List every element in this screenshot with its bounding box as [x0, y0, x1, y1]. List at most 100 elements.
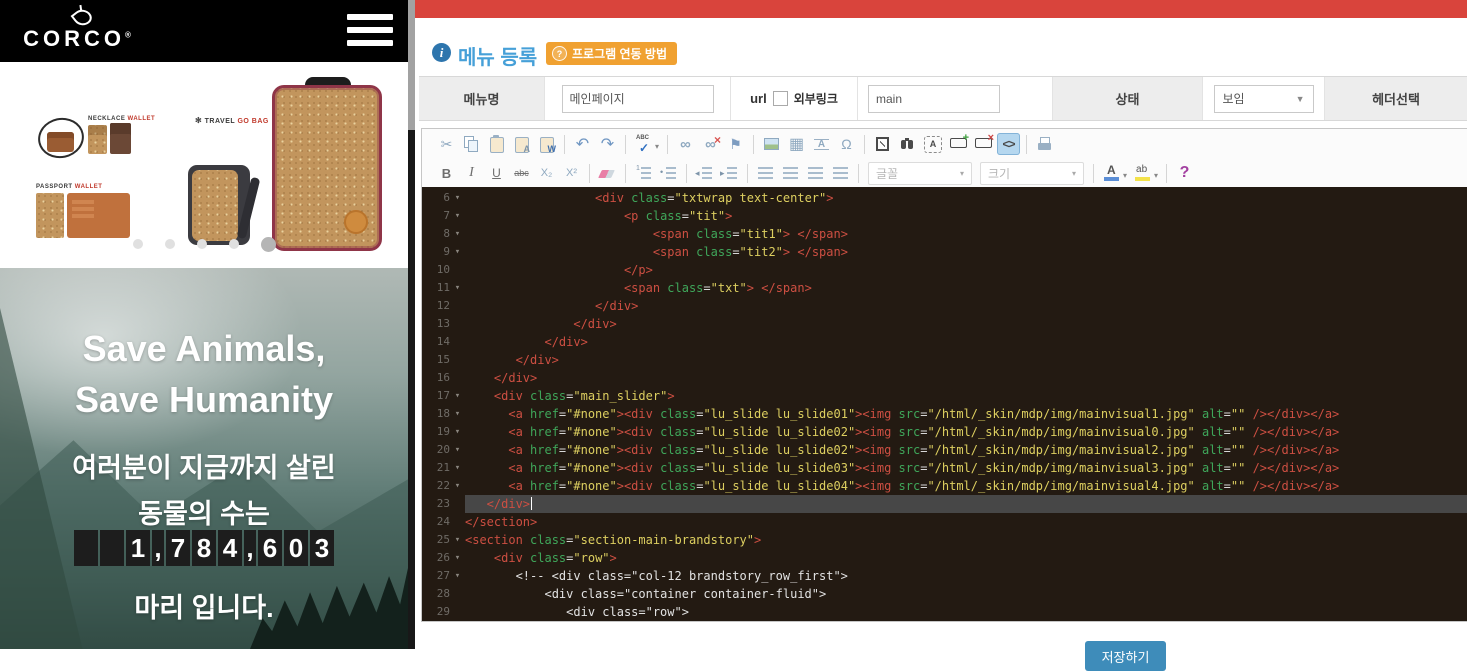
toolbar-separator — [589, 164, 590, 183]
print-icon[interactable] — [1033, 133, 1056, 155]
dropdown-caret-icon[interactable] — [1154, 171, 1158, 180]
sub-icon[interactable] — [535, 162, 558, 184]
fold-toggle-icon[interactable] — [450, 477, 465, 495]
fold-toggle-icon[interactable] — [450, 243, 465, 261]
carousel-dot-1[interactable] — [133, 239, 143, 249]
dropdown-caret-icon[interactable] — [655, 142, 659, 151]
image-icon[interactable] — [760, 133, 783, 155]
source-code-area[interactable]: 6<div class="txtwrap text-center">7<p cl… — [422, 187, 1467, 621]
carousel-dot-5[interactable] — [261, 237, 276, 252]
hline-icon[interactable] — [810, 133, 833, 155]
underline-icon[interactable] — [485, 162, 508, 184]
vertical-scrollbar[interactable] — [408, 0, 415, 649]
paste-text-icon[interactable] — [510, 133, 533, 155]
code-text: <!-- <div class="col-12 brandstory_row_f… — [465, 567, 1467, 585]
help-icon[interactable] — [1173, 162, 1196, 184]
bubble-remove-icon[interactable] — [972, 133, 995, 155]
url-input[interactable] — [868, 85, 1000, 113]
scrollbar-thumb[interactable] — [408, 0, 415, 130]
paste-icon[interactable] — [485, 133, 508, 155]
italic-icon[interactable] — [460, 162, 483, 184]
align-justify-icon[interactable] — [829, 162, 852, 184]
cut-icon[interactable] — [435, 133, 458, 155]
counter-digit-cell: 1 — [126, 530, 150, 566]
line-number: 24 — [422, 513, 450, 531]
link-icon[interactable] — [674, 133, 697, 155]
fold-toggle-icon[interactable] — [450, 459, 465, 477]
eraser-icon[interactable] — [596, 162, 619, 184]
ol-icon[interactable] — [632, 162, 655, 184]
omega-icon[interactable] — [835, 133, 858, 155]
outdent-icon[interactable] — [693, 162, 716, 184]
align-center-icon[interactable] — [779, 162, 802, 184]
save-button[interactable]: 저장하기 — [1085, 641, 1166, 671]
code-line-11: 11<span class="txt"> </span> — [422, 279, 1467, 297]
fold-toggle-icon[interactable] — [450, 441, 465, 459]
corco-logo[interactable]: CORCO® — [22, 6, 132, 58]
fold-toggle-icon[interactable] — [450, 189, 465, 207]
travel-go-bag-label: ✻ TRAVEL GO BAG — [195, 116, 269, 125]
code-text: <div class="row"> — [465, 549, 1467, 567]
url-value-cell — [858, 77, 1053, 120]
paste-word-icon[interactable] — [535, 133, 558, 155]
fold-toggle-icon[interactable] — [450, 207, 465, 225]
copy-icon[interactable] — [460, 133, 483, 155]
hamburger-menu-icon[interactable] — [347, 14, 393, 46]
fold-toggle-icon[interactable] — [450, 387, 465, 405]
undo-icon[interactable] — [571, 133, 594, 155]
bold-icon[interactable] — [435, 162, 458, 184]
line-number: 21 — [422, 459, 450, 477]
maximize-icon[interactable] — [871, 133, 894, 155]
product-slider[interactable]: NECKLACE WALLET PASSPORT WALLET ✻ TRAVEL… — [0, 62, 408, 268]
hero-subtitle2: 동물의 수는 — [0, 492, 408, 531]
code-text: <a href="#none"><div class="lu_slide lu_… — [465, 441, 1467, 459]
fold-toggle-icon[interactable] — [450, 423, 465, 441]
flag-icon[interactable] — [724, 133, 747, 155]
redo-icon[interactable] — [596, 133, 619, 155]
toolbar-separator — [625, 164, 626, 183]
counter-blank-cell — [74, 530, 98, 566]
menu-name-input[interactable] — [562, 85, 714, 113]
unlink-icon[interactable] — [699, 133, 722, 155]
fold-toggle-icon[interactable] — [450, 531, 465, 549]
bubble-add-icon[interactable] — [947, 133, 970, 155]
size-select[interactable]: 크기 — [980, 162, 1084, 185]
site-preview-pane: CORCO® NECKLACE WALLET PASSPORT WALLET ✻… — [0, 0, 408, 649]
carousel-dot-4[interactable] — [229, 239, 239, 249]
code-line-7: 7<p class="tit"> — [422, 207, 1467, 225]
source-icon[interactable] — [997, 133, 1020, 155]
strike-icon[interactable] — [510, 162, 533, 184]
editor-toolbar-row2: 글꼴 크기 — [422, 159, 1467, 187]
status-select-cell: 보임 — [1203, 77, 1325, 120]
counter-blank-cell — [100, 530, 124, 566]
fold-toggle-icon[interactable] — [450, 279, 465, 297]
card-wallet-dark-image — [110, 123, 131, 154]
carousel-dot-3[interactable] — [197, 239, 207, 249]
align-left-icon[interactable] — [754, 162, 777, 184]
external-link-checkbox[interactable] — [773, 91, 788, 106]
dropdown-caret-icon[interactable] — [1123, 171, 1127, 180]
find-icon[interactable] — [896, 133, 919, 155]
fold-toggle-icon[interactable] — [450, 567, 465, 585]
passport-wallet-cover-image — [36, 193, 64, 238]
select-all-icon[interactable] — [924, 136, 942, 153]
fold-toggle-icon[interactable] — [450, 405, 465, 423]
sup-icon[interactable] — [560, 162, 583, 184]
fold-toggle-icon[interactable] — [450, 225, 465, 243]
bg-color-icon[interactable] — [1131, 162, 1154, 184]
font-select[interactable]: 글꼴 — [868, 162, 972, 185]
ul-icon[interactable] — [657, 162, 680, 184]
toolbar-separator — [686, 164, 687, 183]
fold-toggle-icon[interactable] — [450, 549, 465, 567]
animal-counter: 1,784,603 — [0, 530, 408, 566]
program-link-help-button[interactable]: ? 프로그램 연동 방법 — [546, 42, 677, 65]
counter-digit-cell: , — [244, 530, 256, 566]
text-color-icon[interactable] — [1100, 162, 1123, 184]
spell-icon[interactable] — [632, 133, 655, 155]
align-right-icon[interactable] — [804, 162, 827, 184]
carousel-dot-2[interactable] — [165, 239, 175, 249]
table-icon[interactable] — [785, 133, 808, 155]
status-select[interactable]: 보임 — [1214, 85, 1314, 113]
passport-wallet-open-image — [67, 193, 130, 238]
indent-icon[interactable] — [718, 162, 741, 184]
